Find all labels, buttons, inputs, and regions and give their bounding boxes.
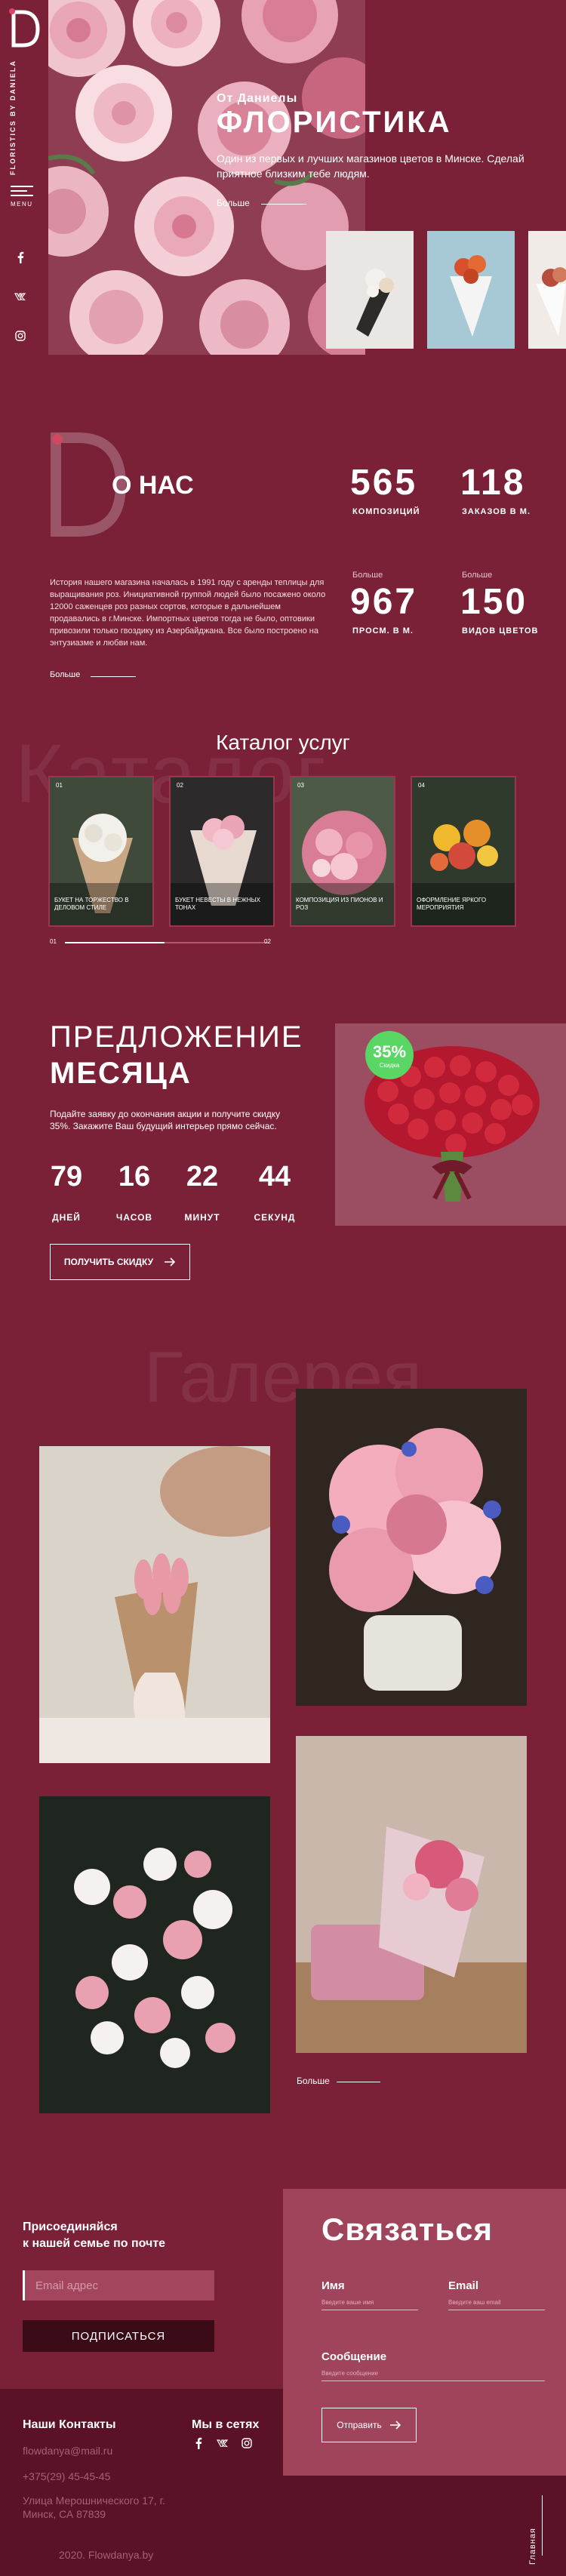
gallery-image-2[interactable] xyxy=(296,1389,527,1706)
discount-badge: 35% Скидка xyxy=(365,1031,414,1079)
email-field-input[interactable]: Введите ваш email xyxy=(448,2299,501,2306)
name-field-input[interactable]: Введите ваше имя xyxy=(321,2299,374,2306)
about-more-underline xyxy=(91,676,136,677)
footer-email[interactable]: flowdanya@mail.ru xyxy=(23,2444,112,2458)
about-more-link[interactable]: Больше xyxy=(50,670,80,679)
discount-badge-text: Скидка xyxy=(379,1061,400,1069)
catalog-page-start: 01 xyxy=(50,938,57,945)
home-link[interactable]: Главная xyxy=(528,2504,543,2565)
countdown-minutes-value: 22 xyxy=(186,1161,219,1193)
stat-value-views: 967 xyxy=(350,582,418,622)
offer-title-line1: ПРЕДЛОЖЕНИЕ xyxy=(50,1020,303,1054)
footer-instagram-icon[interactable] xyxy=(240,2436,254,2450)
catalog-card-number: 01 xyxy=(56,782,63,789)
discount-badge-value: 35% xyxy=(372,1042,407,1061)
gallery-image-3[interactable] xyxy=(39,1796,270,2113)
countdown-hours-value: 16 xyxy=(118,1161,151,1193)
catalog-card-caption: Оформление яркого мероприятия xyxy=(417,897,487,911)
arrow-right-icon xyxy=(165,1257,176,1266)
gallery-more-link[interactable]: Больше xyxy=(297,2076,330,2086)
email-field-label: Email xyxy=(448,2279,479,2292)
stat-value-compositions: 565 xyxy=(350,463,418,503)
catalog-card-number: 04 xyxy=(418,782,425,789)
catalog-card-caption: Букет невесты в нежных тонах xyxy=(175,897,260,911)
stat-label-views: ПРОСМ. В М. xyxy=(352,626,414,636)
catalog-title: Каталог услуг xyxy=(216,731,350,754)
catalog-card-3[interactable]: 03 Композиция из пионов и роз xyxy=(290,776,395,927)
hero-description: Один из первых и лучших магазинов цветов… xyxy=(217,152,524,180)
footer-phone[interactable]: +375(29) 45-45-45 xyxy=(23,2470,110,2483)
gallery-image-4[interactable] xyxy=(296,1736,527,2053)
hero-thumbnail-2[interactable] xyxy=(427,231,515,349)
about-text: История нашего магазина началась в 1991 … xyxy=(50,578,326,648)
gallery-image-1[interactable] xyxy=(39,1446,270,1763)
stat-value-flower-types: 150 xyxy=(460,582,528,622)
footer-facebook-icon[interactable] xyxy=(192,2436,205,2450)
countdown-minutes-label: МИНУТ xyxy=(184,1212,220,1223)
hero-title: ФЛОРИСТИКА xyxy=(217,106,452,139)
send-button-label: Отправить xyxy=(337,2420,382,2430)
footer-copyright: 2020. Flowdanya.by xyxy=(59,2549,154,2561)
hero-more-underline xyxy=(261,204,306,205)
catalog-page-end: 02 xyxy=(264,938,271,945)
offer-title-line2: МЕСЯЦА xyxy=(50,1057,192,1090)
catalog-card-number: 03 xyxy=(297,782,304,789)
brand-vertical-title: FLORISTICS BY DANIELA xyxy=(9,60,17,175)
footer-vk-icon[interactable] xyxy=(216,2436,229,2450)
arrow-right-icon xyxy=(389,2421,401,2430)
get-discount-button[interactable]: ПОЛУЧИТЬ СКИДКУ xyxy=(50,1244,190,1280)
send-button[interactable]: Отправить xyxy=(321,2408,417,2442)
stat-label-flower-types: ВИДОВ ЦВЕТОВ xyxy=(462,626,539,636)
vk-icon[interactable] xyxy=(14,290,27,303)
countdown-days-label: ДНЕЙ xyxy=(52,1212,81,1223)
catalog-card-2[interactable]: 02 Букет невесты в нежных тонах xyxy=(169,776,275,927)
hero-thumbnail-1[interactable] xyxy=(326,231,414,349)
about-title: О НАС xyxy=(112,471,194,500)
catalog-slider-progress xyxy=(65,942,165,943)
menu-button[interactable]: MENU xyxy=(9,183,39,213)
footer-contacts-title: Наши Контакты xyxy=(23,2418,116,2431)
catalog-card-4[interactable]: 04 Оформление яркого мероприятия xyxy=(411,776,516,927)
stat-label-compositions: КОМПОЗИЦИЙ xyxy=(352,507,420,516)
catalog-card-caption: Букет на торжество в деловом стиле xyxy=(54,897,129,911)
stat-label-orders: ЗАКАЗОВ В М. xyxy=(462,507,531,516)
newsletter-email-input[interactable] xyxy=(23,2270,214,2301)
footer-address: Улица Мерошнического 17, г. Минск, СА 87… xyxy=(23,2494,165,2520)
catalog-card-caption: Композиция из пионов и роз xyxy=(296,897,383,911)
contact-form-title: Связаться xyxy=(321,2211,494,2247)
message-field-input[interactable]: Введите сообщение xyxy=(321,2370,378,2377)
message-field-label: Сообщение xyxy=(321,2350,387,2363)
catalog-card-1[interactable]: 01 Букет на торжество в деловом стиле xyxy=(48,776,154,927)
name-field-label: Имя xyxy=(321,2279,345,2292)
stat-pre-3: Больше xyxy=(352,571,383,580)
brand-logo[interactable] xyxy=(6,5,41,50)
hero-more-link[interactable]: Больше xyxy=(217,198,250,208)
countdown-seconds-label: СЕКУНД xyxy=(254,1212,296,1223)
instagram-icon[interactable] xyxy=(14,329,27,343)
hero-thumbnail-3[interactable] xyxy=(528,231,566,349)
subscribe-button[interactable]: ПОДПИСАТЬСЯ xyxy=(23,2320,214,2352)
hero-subtitle: От Даниелы xyxy=(217,92,298,105)
menu-label: MENU xyxy=(11,201,33,208)
newsletter-title: Присоединяйся к нашей семье по почте xyxy=(23,2221,166,2250)
offer-description: Подайте заявку до окончания акции и полу… xyxy=(50,1109,281,1131)
countdown-hours-label: ЧАСОВ xyxy=(115,1212,153,1223)
countdown-days-value: 79 xyxy=(50,1161,83,1193)
countdown-seconds-value: 44 xyxy=(258,1161,291,1193)
catalog-card-number: 02 xyxy=(177,782,183,789)
stat-value-orders: 118 xyxy=(460,463,526,503)
footer-social-title: Мы в сетях xyxy=(192,2418,260,2431)
stat-pre-4: Больше xyxy=(462,571,493,580)
get-discount-label: ПОЛУЧИТЬ СКИДКУ xyxy=(63,1257,154,1267)
facebook-icon[interactable] xyxy=(14,251,27,264)
